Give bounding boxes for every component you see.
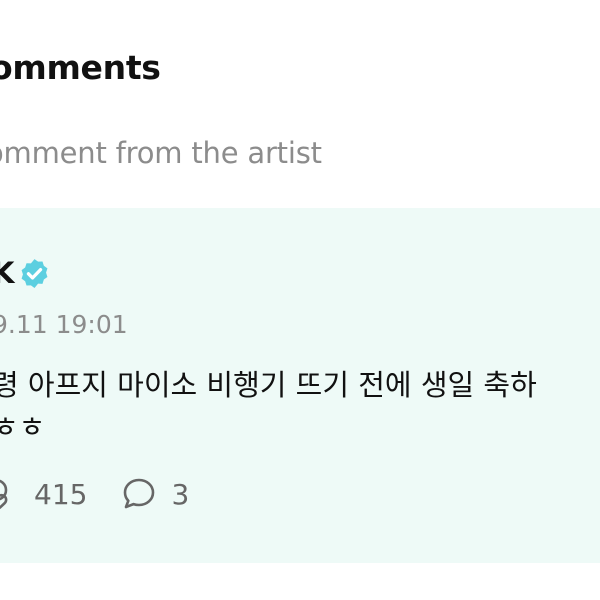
reply-bubble-icon (121, 476, 157, 512)
reply-button[interactable]: 3 (121, 476, 189, 512)
reply-count: 3 (171, 477, 190, 511)
verified-badge-icon (18, 257, 51, 290)
comment-actions: 415 3 (0, 476, 189, 512)
like-count: 415 (34, 477, 88, 511)
artist-comment-filter[interactable]: omment from the artist (0, 136, 322, 170)
comment-body-line: ㅎㅎ (0, 410, 46, 444)
comment-author-row: K (0, 256, 51, 290)
comment-timestamp: 9.11 19:01 (0, 310, 128, 339)
like-button[interactable]: 415 (0, 476, 87, 512)
comments-page: omments omment from the artist K 9.11 19… (0, 0, 600, 600)
comment-card: K 9.11 19:01 령 아프지 마이소 비행기 뜨기 전에 생일 축하 ㅎ… (0, 208, 600, 563)
comment-author-name[interactable]: K (0, 256, 14, 290)
comment-body: 령 아프지 마이소 비행기 뜨기 전에 생일 축하 ㅎㅎ (0, 364, 600, 448)
comments-section-title: omments (0, 48, 161, 87)
comment-body-line: 령 아프지 마이소 비행기 뜨기 전에 생일 축하 (0, 368, 537, 402)
like-icon (0, 476, 20, 512)
